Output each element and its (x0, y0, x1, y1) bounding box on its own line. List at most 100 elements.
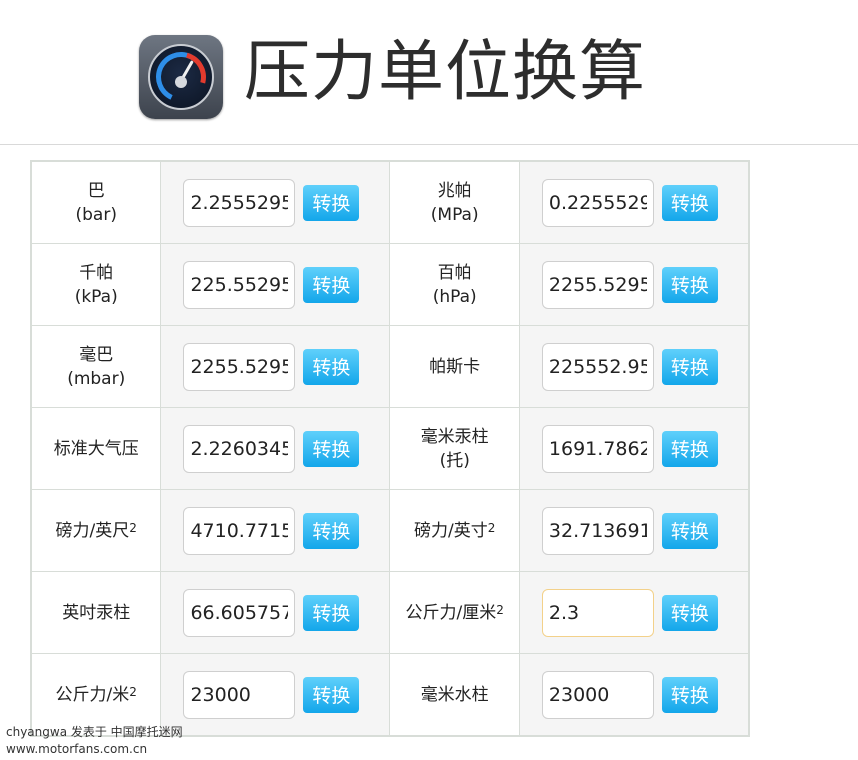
unit-abbrev: (hPa) (432, 286, 477, 307)
value-group: 转换 (520, 670, 748, 719)
unit-name: 公斤力/米 (55, 684, 130, 705)
unit-abbrev: (mbar) (67, 368, 126, 389)
convert-button[interactable]: 转换 (303, 348, 360, 385)
value-group: 转换 (520, 506, 748, 555)
unit-label-cell: 百帕 (hPa) (389, 243, 520, 326)
value-group: 转换 (520, 342, 748, 391)
unit-value-input[interactable] (541, 260, 654, 309)
value-group: 转换 (161, 424, 389, 473)
unit-label-cell: 磅力/英尺2 (30, 489, 162, 572)
value-group: 转换 (161, 342, 389, 391)
value-group: 转换 (161, 588, 389, 637)
table-row: 英吋汞柱转换公斤力/厘米2转换 (30, 571, 750, 654)
unit-value-input[interactable] (541, 506, 654, 555)
unit-value-cell: 转换 (518, 653, 750, 737)
unit-label-cell: 毫米汞柱 (托) (389, 407, 520, 490)
unit-label-cell: 英吋汞柱 (30, 571, 162, 654)
unit-name: 百帕 (437, 262, 472, 283)
unit-name: 公斤力/厘米 (405, 602, 497, 623)
unit-value-input[interactable] (183, 506, 296, 555)
convert-button[interactable]: 转换 (303, 676, 360, 713)
unit-superscript: 2 (129, 520, 137, 535)
unit-name: 磅力/英寸 (414, 520, 488, 541)
unit-name: 毫米水柱 (420, 684, 489, 705)
unit-name: 毫巴 (79, 344, 114, 365)
unit-abbrev: (MPa) (430, 204, 479, 225)
convert-button[interactable]: 转换 (661, 184, 718, 221)
convert-button[interactable]: 转换 (303, 430, 360, 467)
convert-button[interactable]: 转换 (303, 266, 360, 303)
unit-value-cell: 转换 (160, 325, 391, 408)
unit-name: 标准大气压 (53, 438, 139, 459)
watermark-author: chyangwa 发表于 中国摩托迷网 (6, 725, 183, 739)
unit-value-input[interactable] (183, 588, 296, 637)
unit-name: 毫米汞柱 (420, 426, 489, 447)
value-group: 转换 (520, 260, 748, 309)
convert-button[interactable]: 转换 (661, 676, 718, 713)
unit-value-cell: 转换 (518, 243, 750, 326)
unit-name: 英吋汞柱 (62, 602, 131, 623)
unit-superscript: 2 (129, 684, 137, 699)
unit-value-input[interactable] (183, 342, 296, 391)
unit-label-cell: 磅力/英寸2 (389, 489, 520, 572)
unit-label-cell: 帕斯卡 (389, 325, 520, 408)
unit-value-cell: 转换 (160, 160, 391, 244)
value-group: 转换 (161, 260, 389, 309)
unit-abbrev: (托) (439, 450, 470, 471)
unit-name: 兆帕 (437, 180, 472, 201)
table-row: 标准大气压 转换 毫米汞柱 (托) 转换 (30, 407, 750, 490)
unit-value-cell: 转换 (518, 325, 750, 408)
unit-value-input[interactable] (541, 178, 654, 227)
conversion-table: 巴(bar)转换兆帕(MPa)转换千帕(kPa)转换百帕(hPa)转换毫巴(mb… (30, 160, 750, 737)
convert-button[interactable]: 转换 (661, 512, 718, 549)
value-group: 转换 (520, 588, 748, 637)
watermark: chyangwa 发表于 中国摩托迷网 www.motorfans.com.cn (6, 724, 183, 758)
unit-label-cell: 巴 (bar) (30, 160, 162, 244)
value-group: 转换 (161, 178, 389, 227)
table-row: 磅力/英尺2转换磅力/英寸2转换 (30, 489, 750, 572)
convert-button[interactable]: 转换 (661, 348, 718, 385)
pressure-gauge-icon (139, 35, 223, 119)
convert-button[interactable]: 转换 (303, 512, 360, 549)
unit-label-cell: 毫米水柱 (389, 653, 520, 737)
convert-button[interactable]: 转换 (661, 430, 718, 467)
value-group: 转换 (520, 178, 748, 227)
unit-value-cell: 转换 (518, 571, 750, 654)
unit-value-input[interactable] (183, 424, 296, 473)
convert-button[interactable]: 转换 (303, 594, 360, 631)
unit-value-cell: 转换 (160, 653, 391, 737)
convert-button[interactable]: 转换 (661, 594, 718, 631)
unit-value-input[interactable] (183, 670, 296, 719)
unit-value-cell: 转换 (518, 407, 750, 490)
unit-name: 磅力/英尺 (55, 520, 130, 541)
table-row: 巴 (bar) 转换 兆帕 (MPa) 转换 (30, 160, 750, 244)
unit-label-cell: 公斤力/厘米2 (389, 571, 520, 654)
unit-value-input[interactable] (541, 424, 654, 473)
table-row: 毫巴 (mbar) 转换 帕斯卡 转换 (30, 325, 750, 408)
convert-button[interactable]: 转换 (303, 184, 360, 221)
unit-value-input[interactable] (183, 178, 296, 227)
unit-value-cell: 转换 (160, 243, 391, 326)
unit-label-cell: 毫巴 (mbar) (30, 325, 162, 408)
unit-value-input[interactable] (183, 260, 296, 309)
value-group: 转换 (161, 506, 389, 555)
unit-label-cell: 千帕 (kPa) (30, 243, 162, 326)
unit-label-cell: 标准大气压 (30, 407, 162, 490)
watermark-url: www.motorfans.com.cn (6, 742, 148, 756)
unit-value-cell: 转换 (518, 160, 750, 244)
unit-name: 千帕 (79, 262, 114, 283)
page-header: 压力单位换算 (0, 0, 858, 145)
unit-value-input[interactable] (541, 588, 654, 637)
page-title: 压力单位换算 (244, 33, 646, 110)
unit-value-input[interactable] (541, 342, 654, 391)
unit-name: 帕斯卡 (429, 356, 481, 377)
unit-value-cell: 转换 (160, 571, 391, 654)
unit-abbrev: (kPa) (74, 286, 118, 307)
unit-value-input[interactable] (541, 670, 654, 719)
convert-button[interactable]: 转换 (661, 266, 718, 303)
unit-value-cell: 转换 (518, 489, 750, 572)
unit-label-cell: 兆帕 (MPa) (389, 160, 520, 244)
unit-abbrev: (bar) (75, 204, 117, 225)
unit-value-cell: 转换 (160, 407, 391, 490)
unit-name: 巴 (87, 180, 105, 201)
